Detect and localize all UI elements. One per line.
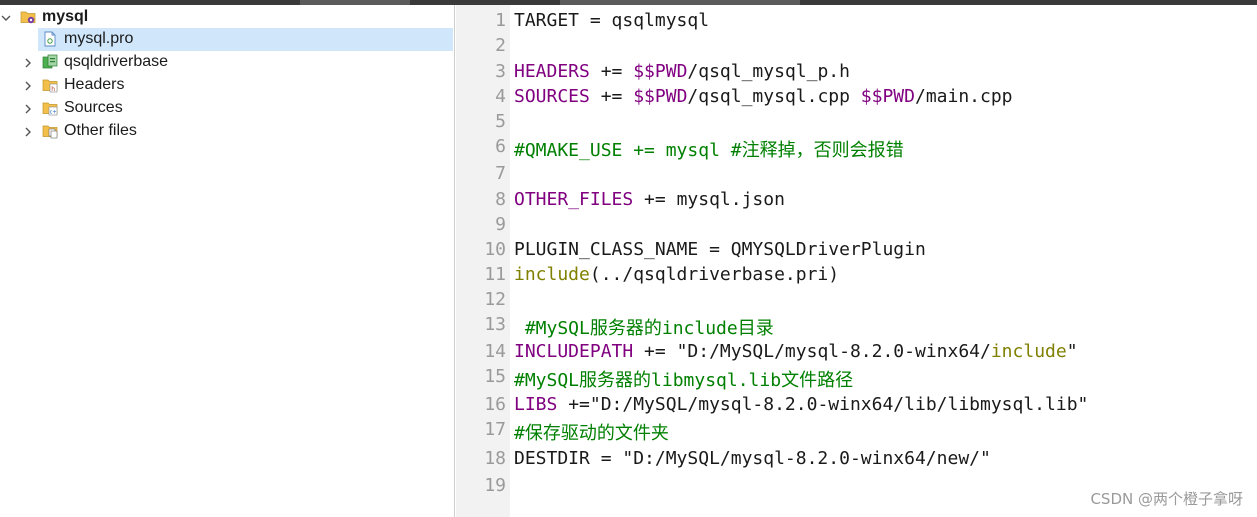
line-number: 17 — [484, 419, 506, 440]
code-token: /qsql_mysql.cpp — [687, 86, 861, 107]
watermark: CSDN @两个橙子拿呀 — [1090, 490, 1243, 508]
code-line[interactable]: OTHER_FILES += mysql.json — [514, 189, 785, 210]
code-token: HEADERS — [514, 61, 590, 82]
line-number: 18 — [484, 448, 506, 469]
line-number: 9 — [495, 214, 506, 235]
line-number: 7 — [495, 163, 506, 184]
sources-folder-icon: c+ — [42, 100, 58, 116]
code-line[interactable]: DESTDIR = "D:/MySQL/mysql-8.2.0-winx64/n… — [514, 448, 991, 469]
tree-item-label: Sources — [64, 99, 123, 116]
chevron-right-icon[interactable] — [22, 120, 34, 143]
project-folder-icon — [20, 9, 36, 25]
code-token: include — [514, 264, 590, 285]
svg-text:h: h — [51, 86, 55, 93]
line-number: 10 — [484, 239, 506, 260]
line-number: 13 — [484, 314, 506, 335]
code-token: $$PWD — [860, 86, 915, 107]
tree-item-sources[interactable]: c+ Sources — [0, 97, 453, 120]
code-token: /main.cpp — [914, 86, 1013, 107]
code-line[interactable]: #MySQL服务器的libmysql.lib文件路径 — [514, 366, 853, 392]
code-editor[interactable]: 1 2 3 4 5 6 7 8 9 10 11 12 13 14 15 16 17 18 19 TARGET = q… — [456, 5, 1257, 517]
code-token: += — [589, 61, 634, 82]
line-number: 12 — [484, 289, 506, 310]
code-token: $$PWD — [633, 86, 688, 107]
code-line[interactable]: TARGET = qsqlmysql — [514, 10, 709, 31]
code-token: += — [589, 86, 634, 107]
code-line[interactable]: LIBS +="D:/MySQL/mysql-8.2.0-winx64/lib/… — [514, 394, 1088, 415]
code-token: INCLUDEPATH — [514, 341, 634, 362]
code-token: /qsql_mysql_p.h — [687, 61, 850, 82]
subproject-icon — [42, 54, 58, 70]
code-token: #MySQL服务器的include目录 — [514, 318, 774, 339]
code-token: += mysql.json — [633, 189, 785, 210]
line-number: 14 — [484, 341, 506, 362]
tree-root-mysql[interactable]: mysql — [0, 6, 453, 29]
tree-item-label: Headers — [64, 76, 125, 93]
code-token: SOURCES — [514, 86, 590, 107]
code-token: #QMAKE_USE += mysql #注释掉，否则会报错 — [514, 140, 904, 161]
project-tree: mysql mysql.pro qsqldriverbase h Headers… — [0, 5, 455, 517]
code-line[interactable]: #MySQL服务器的include目录 — [514, 314, 774, 340]
tree-item-label: mysql.pro — [64, 30, 134, 47]
tree-item-label: qsqldriverbase — [64, 53, 169, 70]
code-token: +="D:/MySQL/mysql-8.2.0-winx64/lib/libmy… — [557, 394, 1089, 415]
svg-text:c+: c+ — [50, 110, 57, 116]
line-number: 1 — [495, 10, 506, 31]
code-line[interactable]: #保存驱动的文件夹 — [514, 419, 669, 445]
code-token: += "D:/MySQL/mysql-8.2.0-winx64/ — [633, 341, 991, 362]
line-number: 19 — [484, 475, 506, 496]
tree-item-mysql-pro[interactable]: mysql.pro — [38, 28, 453, 51]
line-number: 16 — [484, 394, 506, 415]
headers-folder-icon: h — [42, 77, 58, 93]
line-number: 15 — [484, 366, 506, 387]
tree-root-label: mysql — [42, 8, 89, 25]
code-token: " — [1066, 341, 1078, 362]
chevron-right-icon[interactable] — [22, 74, 34, 97]
code-token: LIBS — [514, 394, 558, 415]
chevron-down-icon[interactable] — [0, 6, 12, 29]
code-token: DESTDIR = "D:/MySQL/mysql-8.2.0-winx64/n… — [514, 448, 991, 469]
code-token: (../qsqldriverbase.pri) — [589, 264, 840, 285]
line-number: 3 — [495, 61, 506, 82]
line-number: 5 — [495, 111, 506, 132]
tree-item-other-files[interactable]: Other files — [0, 120, 453, 143]
code-token: #保存驱动的文件夹 — [514, 423, 669, 444]
chevron-right-icon[interactable] — [22, 51, 34, 74]
line-number: 8 — [495, 189, 506, 210]
code-line[interactable]: include(../qsqldriverbase.pri) — [514, 264, 839, 285]
other-files-folder-icon — [42, 123, 58, 139]
pro-file-icon — [42, 31, 58, 47]
code-token: PLUGIN_CLASS_NAME = QMYSQLDriverPlugin — [514, 239, 926, 260]
code-token: #MySQL服务器的libmysql.lib文件路径 — [514, 370, 854, 391]
code-line[interactable]: SOURCES += $$PWD/qsql_mysql.cpp $$PWD/ma… — [514, 86, 1013, 107]
line-number: 2 — [495, 35, 506, 56]
tree-item-headers[interactable]: h Headers — [0, 74, 453, 97]
code-token: $$PWD — [633, 61, 688, 82]
code-token: OTHER_FILES — [514, 189, 634, 210]
line-number-gutter: 1 2 3 4 5 6 7 8 9 10 11 12 13 14 15 16 17 18 19 — [456, 5, 510, 517]
line-number: 11 — [484, 264, 506, 285]
code-line[interactable]: HEADERS += $$PWD/qsql_mysql_p.h — [514, 61, 850, 82]
code-line[interactable]: PLUGIN_CLASS_NAME = QMYSQLDriverPlugin — [514, 239, 926, 260]
code-token: TARGET = qsqlmysql — [514, 10, 710, 31]
line-number: 6 — [495, 136, 506, 157]
code-token: include — [990, 341, 1067, 362]
code-line[interactable]: #QMAKE_USE += mysql #注释掉，否则会报错 — [514, 136, 904, 162]
code-line[interactable]: INCLUDEPATH += "D:/MySQL/mysql-8.2.0-win… — [514, 341, 1078, 362]
tree-item-label: Other files — [64, 122, 137, 139]
chevron-right-icon[interactable] — [22, 97, 34, 120]
tree-item-qsqldriverbase[interactable]: qsqldriverbase — [0, 51, 453, 74]
line-number: 4 — [495, 86, 506, 107]
